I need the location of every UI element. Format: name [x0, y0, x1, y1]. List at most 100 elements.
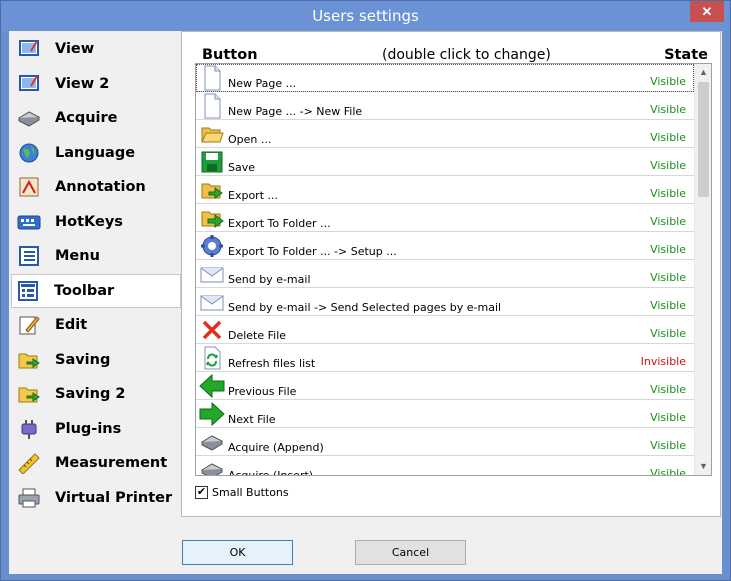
- sidebar-item-saving[interactable]: Saving: [13, 343, 179, 377]
- sidebar-item-view[interactable]: View: [13, 32, 179, 66]
- close-button[interactable]: ✕: [690, 1, 724, 22]
- sidebar-item-view-2[interactable]: View 2: [13, 67, 179, 101]
- sidebar-item-language[interactable]: Language: [13, 136, 179, 170]
- saving-icon: [17, 382, 41, 406]
- sidebar-item-annotation[interactable]: Annotation: [13, 170, 179, 204]
- scanner-icon: [199, 429, 225, 455]
- row-label: New Page ...: [228, 77, 297, 90]
- settings-window: Users settings ✕ View View 2 Acquire Langua…: [0, 0, 731, 581]
- title-bar[interactable]: Users settings ✕: [1, 1, 730, 31]
- list-rows: New Page ... Visible New Page ... -> New F…: [196, 64, 694, 476]
- view-icon: [17, 72, 41, 96]
- open-folder-icon: [199, 121, 225, 147]
- sidebar-item-label: Saving 2: [55, 386, 126, 402]
- save-icon: [199, 149, 225, 175]
- row-state[interactable]: Visible: [650, 243, 686, 256]
- row-label: Delete File: [228, 329, 287, 342]
- row-state[interactable]: Visible: [650, 131, 686, 144]
- sidebar-item-measurement[interactable]: Measurement: [13, 446, 179, 480]
- small-buttons-label: Small Buttons: [212, 486, 289, 499]
- scanner-icon: [199, 457, 225, 475]
- row-state[interactable]: Visible: [650, 103, 686, 116]
- list-item[interactable]: Export To Folder ... Visible: [196, 204, 694, 232]
- list-item[interactable]: New Page ... Visible: [196, 64, 694, 92]
- row-state[interactable]: Visible: [650, 159, 686, 172]
- row-state[interactable]: Invisible: [641, 355, 686, 368]
- sidebar-item-label: Plug-ins: [55, 420, 122, 437]
- sidebar-item-menu[interactable]: Menu: [13, 239, 179, 273]
- sidebar-item-label: Virtual Printer: [55, 489, 173, 506]
- small-buttons-option[interactable]: ✔ Small Buttons: [195, 486, 289, 499]
- sidebar-item-label: View: [55, 41, 95, 57]
- list-item[interactable]: Refresh files list Invisible: [196, 344, 694, 372]
- sidebar-item-label: Edit: [55, 317, 88, 333]
- row-state[interactable]: Visible: [650, 187, 686, 200]
- row-label: Acquire (Append): [228, 441, 324, 454]
- list-item[interactable]: Send by e-mail Visible: [196, 260, 694, 288]
- column-header-button: Button: [202, 47, 258, 63]
- row-state[interactable]: Visible: [650, 467, 686, 475]
- sidebar-item-label: Language: [55, 144, 136, 161]
- row-state[interactable]: Visible: [650, 327, 686, 340]
- arrow-right-icon: [199, 401, 225, 427]
- list-item[interactable]: Previous File Visible: [196, 372, 694, 400]
- row-state[interactable]: Visible: [650, 411, 686, 424]
- row-label: Acquire (Insert): [228, 469, 314, 476]
- sidebar-item-label: Annotation: [55, 179, 146, 195]
- sidebar-item-saving-2[interactable]: Saving 2: [13, 377, 179, 411]
- sidebar-item-edit[interactable]: Edit: [13, 308, 179, 342]
- vertical-scrollbar[interactable]: ▲ ▼: [694, 64, 711, 475]
- plugin-icon: [17, 417, 41, 441]
- sidebar-item-label: Measurement: [55, 455, 168, 471]
- sidebar-item-hotkeys[interactable]: HotKeys: [13, 205, 179, 239]
- small-buttons-checkbox[interactable]: ✔: [195, 486, 208, 499]
- list-item[interactable]: Next File Visible: [196, 400, 694, 428]
- refresh-icon: [199, 345, 225, 371]
- row-label: Export ...: [228, 189, 278, 202]
- row-state[interactable]: Visible: [650, 271, 686, 284]
- window-title: Users settings: [312, 7, 419, 25]
- sidebar-item-label: Acquire: [55, 110, 118, 126]
- new-page-icon: [199, 93, 225, 119]
- toolbar-buttons-list[interactable]: New Page ... Visible New Page ... -> New F…: [195, 63, 712, 476]
- sidebar-item-label: Menu: [55, 248, 100, 264]
- scanner-icon: [17, 106, 41, 130]
- list-item[interactable]: Save Visible: [196, 148, 694, 176]
- list-item[interactable]: New Page ... -> New File Visible: [196, 92, 694, 120]
- row-state[interactable]: Visible: [650, 299, 686, 312]
- row-state[interactable]: Visible: [650, 383, 686, 396]
- ok-button[interactable]: OK: [182, 540, 293, 565]
- row-label: Export To Folder ...: [228, 217, 331, 230]
- list-item[interactable]: Export To Folder ... -> Setup ... Visible: [196, 232, 694, 260]
- view-icon: [17, 37, 41, 61]
- row-state[interactable]: Visible: [650, 215, 686, 228]
- toolbar-icon: [16, 279, 40, 303]
- sidebar-item-plug-ins[interactable]: Plug-ins: [13, 412, 179, 446]
- list-item[interactable]: Acquire (Insert) Visible: [196, 456, 694, 476]
- row-state[interactable]: Visible: [650, 439, 686, 452]
- list-item[interactable]: Export ... Visible: [196, 176, 694, 204]
- list-item[interactable]: Acquire (Append) Visible: [196, 428, 694, 456]
- row-label: Refresh files list: [228, 357, 316, 370]
- sidebar-item-label: Toolbar: [54, 282, 115, 299]
- sidebar-item-virtual-printer[interactable]: Virtual Printer: [13, 481, 179, 515]
- list-item[interactable]: Open ... Visible: [196, 120, 694, 148]
- sidebar-item-label: HotKeys: [55, 213, 123, 230]
- list-item[interactable]: Send by e-mail -> Send Selected pages by…: [196, 288, 694, 316]
- scroll-down-arrow-icon[interactable]: ▼: [695, 458, 711, 475]
- sidebar-item-toolbar[interactable]: Toolbar: [11, 273, 181, 308]
- scroll-up-arrow-icon[interactable]: ▲: [695, 64, 711, 81]
- row-label: Save: [228, 161, 256, 174]
- row-label: Previous File: [228, 385, 297, 398]
- dialog-client-area: View View 2 Acquire Language Annotation HotKe…: [9, 31, 722, 574]
- row-state[interactable]: Visible: [650, 75, 686, 88]
- email-icon: [199, 289, 225, 315]
- column-header-state: State: [664, 47, 708, 63]
- sidebar-item-acquire[interactable]: Acquire: [13, 101, 179, 135]
- delete-icon: [199, 317, 225, 343]
- cancel-button[interactable]: Cancel: [355, 540, 466, 565]
- list-item[interactable]: Delete File Visible: [196, 316, 694, 344]
- scrollbar-thumb[interactable]: [698, 82, 709, 197]
- gear-icon: [199, 233, 225, 259]
- email-icon: [199, 261, 225, 287]
